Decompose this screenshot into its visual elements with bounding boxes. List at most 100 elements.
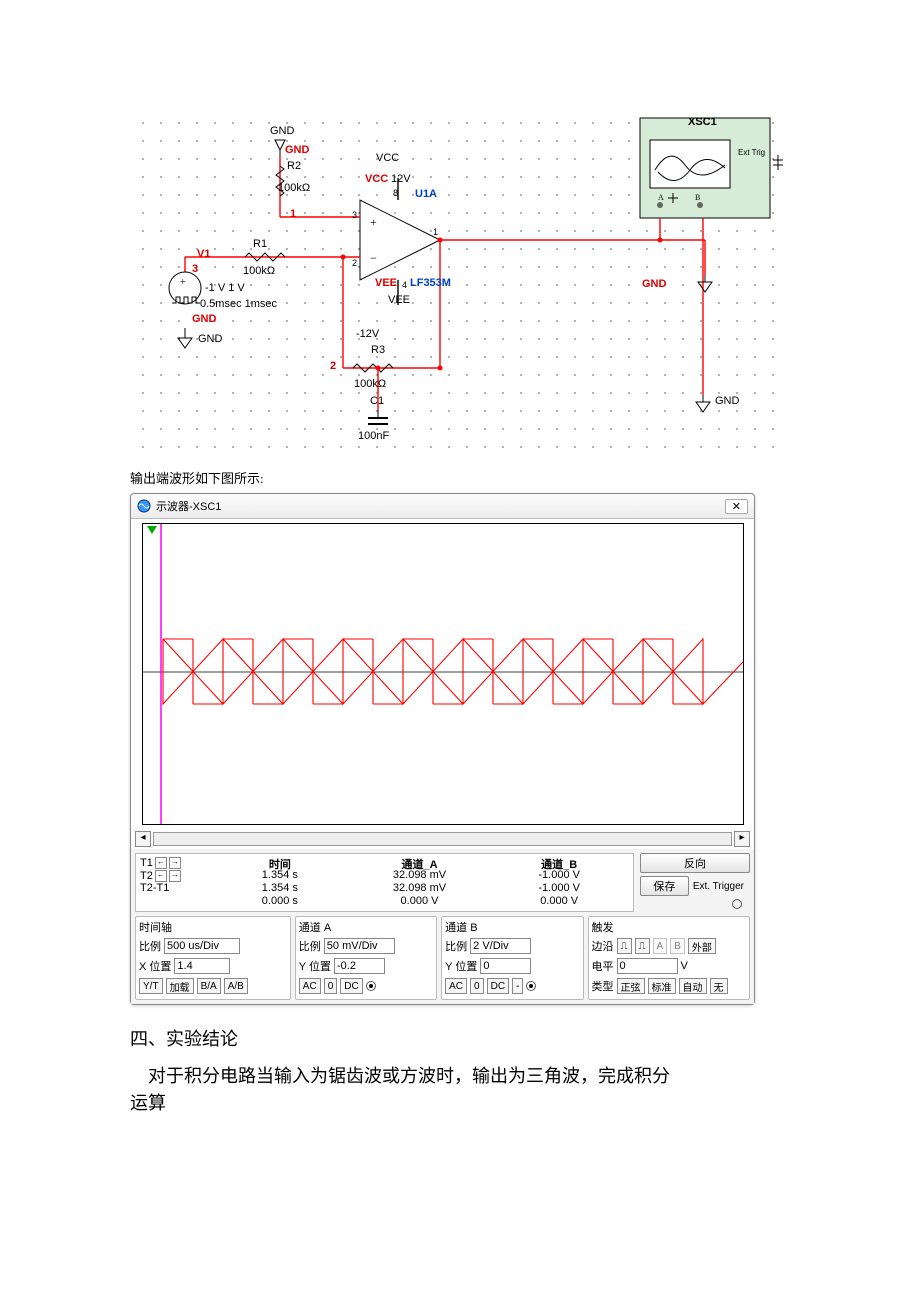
section-heading: 四、实验结论 — [130, 1025, 790, 1051]
caption-output: 输出端波形如下图所示: — [130, 468, 790, 487]
lbl-c1v: 100nF — [358, 430, 389, 442]
t2-right-icon[interactable]: → — [169, 870, 181, 882]
yt-button[interactable]: Y/T — [139, 978, 163, 994]
time-h: 时间 — [210, 856, 350, 869]
timebase-group: 时间轴 比例500 us/Div X 位置1.4 Y/T加载B/AA/B — [135, 916, 291, 1000]
lbl-r3: R3 — [371, 344, 385, 356]
ab-button[interactable]: A/B — [224, 978, 248, 994]
chb-title: 通道 B — [445, 919, 579, 935]
chb-scale-l: 比例 — [445, 938, 467, 954]
cha-radio[interactable] — [366, 981, 376, 991]
edge-fall-icon[interactable]: ⎍ — [635, 938, 650, 954]
time-title: 时间轴 — [139, 919, 287, 935]
ext-trigger-radio[interactable] — [732, 899, 742, 909]
add-button[interactable]: 加载 — [166, 978, 194, 994]
ba-button[interactable]: B/A — [197, 978, 221, 994]
oscilloscope-window: 示波器-XSC1 ✕ ◂ — [130, 493, 755, 1005]
cha-scale-input[interactable]: 50 mV/Div — [324, 938, 395, 954]
reverse-button[interactable]: 反向 — [640, 853, 750, 873]
lbl-part: LF353M — [410, 277, 451, 289]
chb-radio[interactable] — [526, 981, 536, 991]
cha-title: 通道 A — [299, 919, 433, 935]
t1-time: 1.354 s — [210, 869, 350, 882]
chb-ac[interactable]: AC — [445, 978, 467, 994]
pin8: 8 — [393, 188, 398, 198]
lbl-vee: VEE — [388, 294, 410, 306]
lbl-u1a: U1A — [415, 188, 437, 200]
diff-time: 0.000 s — [210, 895, 350, 908]
ext-trigger-label: Ext. Trigger — [693, 881, 750, 892]
t1-b: -1.000 V — [489, 869, 629, 882]
time-scale-l: 比例 — [139, 938, 161, 954]
waveform-svg — [143, 524, 743, 824]
cha-0[interactable]: 0 — [324, 978, 338, 994]
lbl-v1amp: -1 V 1 V — [205, 282, 245, 294]
chb-scale-input[interactable]: 2 V/Div — [470, 938, 531, 954]
cha-group: 通道 A 比例50 mV/Div Y 位置-0.2 AC0DC — [295, 916, 437, 1000]
level-input[interactable]: 0 — [617, 958, 678, 974]
type-none[interactable]: 无 — [710, 978, 728, 994]
diff-b: 0.000 V — [489, 895, 629, 908]
trigger-group: 触发 边沿⎍⎍AB外部 电平0V 类型正弦标准自动无 — [588, 916, 751, 1000]
type-norm[interactable]: 标准 — [648, 978, 676, 994]
t2-b: -1.000 V — [489, 882, 629, 895]
gnd-osc: GND — [642, 278, 666, 290]
t1-right-icon[interactable]: → — [169, 857, 181, 869]
net-2: 2 — [330, 360, 336, 372]
lbl-12v: 12V — [391, 173, 411, 185]
gnd-right: GND — [715, 395, 739, 407]
cha-ypos-l: Y 位置 — [299, 958, 331, 974]
close-button[interactable]: ✕ — [725, 499, 748, 514]
cha-ypos-input[interactable]: -0.2 — [334, 958, 385, 974]
scope-titlebar[interactable]: 示波器-XSC1 ✕ — [131, 494, 754, 519]
chb-h: 通道_B — [489, 856, 629, 869]
lbl-vcc-red: VCC — [365, 173, 388, 185]
chb-0[interactable]: 0 — [470, 978, 484, 994]
h-scrollbar[interactable]: ◂ ▸ — [131, 829, 754, 849]
chb-ypos-input[interactable]: 0 — [480, 958, 531, 974]
chb-minus[interactable]: - — [512, 978, 523, 994]
t2-left-icon[interactable]: ← — [155, 870, 167, 882]
lbl-c1: C1 — [370, 395, 384, 407]
pin2: 2 — [352, 258, 357, 268]
pin1: 1 — [433, 227, 438, 237]
gnd-l: GND — [198, 333, 222, 345]
cha-dc[interactable]: DC — [340, 978, 362, 994]
type-sine[interactable]: 正弦 — [617, 978, 645, 994]
edge-l: 边沿 — [592, 938, 614, 954]
trig-a[interactable]: A — [653, 938, 668, 954]
level-l: 电平 — [592, 958, 614, 974]
scroll-right-icon[interactable]: ▸ — [734, 831, 750, 847]
trig-ext[interactable]: 外部 — [688, 938, 716, 954]
t1-left-icon[interactable]: ← — [155, 857, 167, 869]
lbl-r1: R1 — [253, 238, 267, 250]
conclusion-line1: 对于积分电路当输入为锯齿波或方波时，输出为三角波，完成积分 — [130, 1063, 790, 1090]
lbl-n12: -12V — [356, 328, 379, 340]
pin4: 4 — [402, 280, 407, 290]
lbl-vcc: VCC — [376, 152, 399, 164]
t2-label: T2 — [140, 870, 153, 882]
waveform-screen[interactable] — [142, 523, 744, 825]
chb-group: 通道 B 比例2 V/Div Y 位置0 AC0DC- — [441, 916, 583, 1000]
diff-label: T2-T1 — [140, 882, 210, 895]
scope-title-text: 示波器-XSC1 — [156, 498, 221, 514]
readout-panel: T1←→ T2←→ T2-T1 时间1.354 s1.354 s0.000 s … — [135, 853, 634, 912]
scroll-track[interactable] — [153, 832, 732, 846]
lbl-ext: Ext Trig — [738, 148, 765, 157]
save-button[interactable]: 保存 — [640, 876, 689, 896]
t1-label: T1 — [140, 857, 153, 869]
xpos-input[interactable]: 1.4 — [174, 958, 230, 974]
type-auto[interactable]: 自动 — [679, 978, 707, 994]
circuit-diagram: AB +− — [130, 110, 790, 460]
cha-ac[interactable]: AC — [299, 978, 321, 994]
trig-b[interactable]: B — [670, 938, 685, 954]
scroll-left-icon[interactable]: ◂ — [135, 831, 151, 847]
t2-a: 32.098 mV — [350, 882, 490, 895]
net-1: 1 — [290, 208, 296, 220]
time-scale-input[interactable]: 500 us/Div — [164, 938, 240, 954]
net-3: 3 — [192, 263, 198, 275]
chb-dc[interactable]: DC — [487, 978, 509, 994]
edge-rise-icon[interactable]: ⎍ — [617, 938, 632, 954]
scope-icon — [137, 499, 151, 513]
diff-a: 0.000 V — [350, 895, 490, 908]
